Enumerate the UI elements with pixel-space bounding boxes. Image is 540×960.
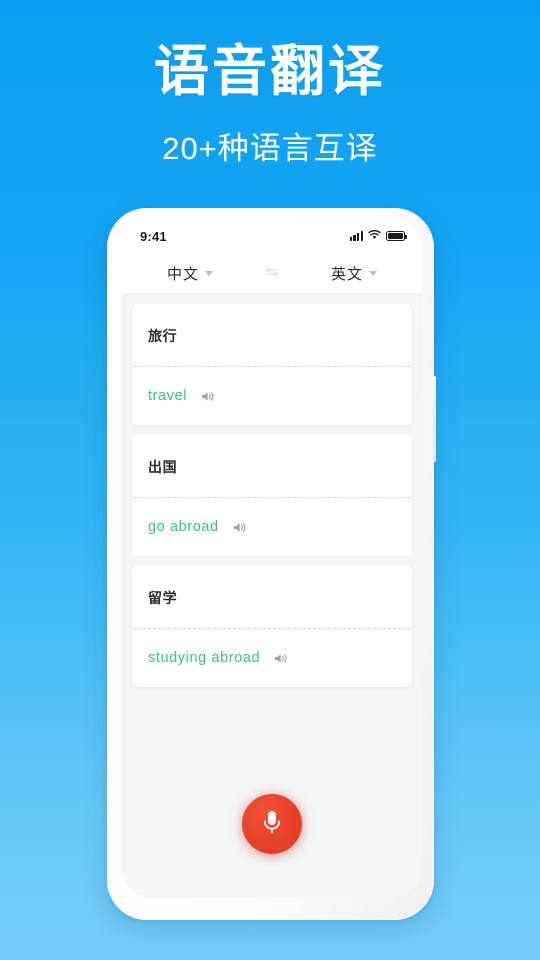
swap-languages-button[interactable] xyxy=(242,265,302,283)
chevron-down-icon xyxy=(369,271,377,276)
card-translation-row: go abroad xyxy=(132,498,412,556)
translation-card[interactable]: 旅行 travel xyxy=(132,304,412,425)
chevron-down-icon xyxy=(205,271,213,276)
card-source-text: 留学 xyxy=(148,590,178,606)
phone-side-button[interactable] xyxy=(433,376,436,462)
phone-mockup: 9:41 中文 英文 旅行 travel 出国 go abroad 留学 stu… xyxy=(107,208,436,920)
card-translation-row: travel xyxy=(132,367,412,425)
wifi-icon xyxy=(368,227,381,245)
status-bar-time: 9:41 xyxy=(140,228,167,244)
mic-button-area xyxy=(122,750,422,898)
translation-card[interactable]: 留学 studying abroad xyxy=(132,566,412,687)
target-language-selector[interactable]: 英文 xyxy=(302,263,406,284)
promo-title: 语音翻译 xyxy=(153,40,386,102)
speaker-icon[interactable] xyxy=(233,521,248,534)
card-translation-text: travel xyxy=(148,388,188,404)
status-bar-icons xyxy=(349,227,407,245)
source-language-selector[interactable]: 中文 xyxy=(138,263,242,284)
phone-screen: 9:41 中文 英文 旅行 travel 出国 go abroad 留学 stu… xyxy=(122,219,422,898)
speaker-icon[interactable] xyxy=(274,652,289,665)
signal-bars-icon xyxy=(349,231,363,241)
card-translation-text: studying abroad xyxy=(148,650,261,666)
battery-full-icon xyxy=(386,231,407,241)
swap-arrows-icon xyxy=(264,265,280,283)
record-voice-button[interactable] xyxy=(242,794,302,854)
card-translation-text: go abroad xyxy=(148,519,219,535)
microphone-icon xyxy=(259,807,285,842)
source-language-label: 中文 xyxy=(166,266,199,283)
language-bar: 中文 英文 xyxy=(122,253,422,295)
status-bar: 9:41 xyxy=(122,219,422,253)
translation-card-list: 旅行 travel 出国 go abroad 留学 studying abroa… xyxy=(122,295,422,750)
promo-subtitle: 20+种语言互译 xyxy=(162,131,378,167)
card-source-text: 旅行 xyxy=(148,328,178,344)
translation-card[interactable]: 出国 go abroad xyxy=(132,435,412,556)
target-language-label: 英文 xyxy=(330,266,363,283)
card-source-text: 出国 xyxy=(148,459,178,475)
speaker-icon[interactable] xyxy=(201,390,216,403)
card-translation-row: studying abroad xyxy=(132,629,412,687)
promo-header: 语音翻译 20+种语言互译 xyxy=(0,0,540,168)
